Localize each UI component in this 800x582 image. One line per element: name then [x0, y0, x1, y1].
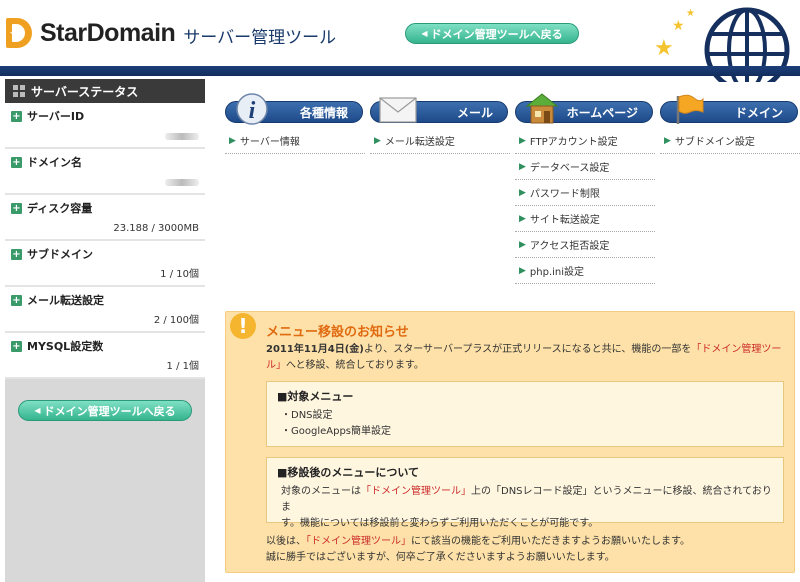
category-domain: ドメイン ▶ サブドメイン設定 [660, 92, 800, 154]
plus-icon: + [11, 294, 22, 306]
back-button-label: ドメイン管理ツールへ戻る [43, 404, 176, 418]
category-info: 各種情報 i ▶ サーバー情報 [225, 92, 365, 154]
back-button-label: ドメイン管理ツールへ戻る [430, 27, 563, 41]
plus-icon: + [11, 156, 22, 168]
logo-text: StarDomain [40, 18, 176, 47]
link-subdomain[interactable]: ▶ サブドメイン設定 [660, 128, 800, 154]
header-stripe [0, 66, 800, 76]
category-mail: メール ▶ メール転送設定 [370, 92, 510, 154]
svg-text:i: i [249, 98, 256, 124]
redacted-value [165, 133, 199, 140]
logo-mark-icon: ★ [6, 18, 34, 48]
arrow-right-icon: ▶ [519, 187, 526, 198]
domain-tool-link[interactable]: 「ドメイン管理ツール」 [306, 536, 411, 547]
sidebar: サーバーステータス + サーバーID + ドメイン名 + ディスク容量 23.188 … [5, 79, 205, 582]
plus-icon: + [11, 340, 22, 352]
relocated-menu-box: ■移設後のメニューについて 対象のメニューは「ドメイン管理ツール」上の「DNSレ… [266, 457, 784, 529]
status-label: ディスク容量 [27, 202, 93, 215]
domain-tool-link[interactable]: 「ドメイン管理ツール」 [361, 486, 471, 497]
status-value: 23.188 / 3000MB [113, 223, 199, 234]
status-label: メール転送設定 [27, 294, 104, 307]
sidebar-back-to-domain-tool-button[interactable]: ◀ ドメイン管理ツールへ戻る [18, 400, 192, 421]
arrow-left-icon: ◀ [34, 406, 41, 415]
status-domain-name: + ドメイン名 [5, 149, 205, 195]
plus-icon: + [11, 110, 22, 122]
logo[interactable]: ★ StarDomain サーバー管理ツール [6, 18, 336, 48]
status-value: 1 / 10個 [160, 269, 199, 280]
house-icon [525, 93, 559, 124]
status-mail-forward: + メール転送設定 2 / 100個 [5, 287, 205, 333]
plus-icon: + [11, 248, 22, 260]
arrow-right-icon: ▶ [519, 213, 526, 224]
notice-title: メニュー移設のお知らせ [266, 325, 409, 340]
notice-panel: ! メニュー移設のお知らせ 2011年11月4日(金)より、スターサーバープラス… [225, 311, 795, 573]
info-icon: i [236, 93, 268, 125]
status-label: サブドメイン [27, 248, 93, 261]
sidebar-title: サーバーステータス [5, 79, 205, 103]
link-password-restriction[interactable]: ▶ パスワード制限 [515, 180, 655, 206]
plus-icon: + [11, 202, 22, 214]
notice-intro: 2011年11月4日(金)より、スターサーバープラスが正式リリースになると共に、… [266, 344, 782, 371]
app-subtitle: サーバー管理ツール [183, 27, 337, 48]
back-to-domain-tool-button[interactable]: ◀ ドメイン管理ツールへ戻る [405, 23, 579, 44]
arrow-right-icon: ▶ [519, 265, 526, 276]
mail-envelope-icon [379, 97, 417, 123]
status-server-id: + サーバーID [5, 103, 205, 149]
link-access-deny[interactable]: ▶ アクセス拒否設定 [515, 232, 655, 258]
category-homepage: ホームページ ▶ FTPアカウント設定 ▶ データベース設定 ▶ パスワード制限 ▶ サ… [515, 92, 655, 284]
arrow-left-icon: ◀ [421, 29, 428, 38]
status-label: ドメイン名 [27, 156, 82, 169]
status-value: 1 / 1個 [166, 361, 199, 372]
link-mail-forward[interactable]: ▶ メール転送設定 [370, 128, 510, 154]
arrow-right-icon: ▶ [519, 161, 526, 172]
status-subdomain: + サブドメイン 1 / 10個 [5, 241, 205, 287]
arrow-right-icon: ▶ [229, 135, 236, 146]
status-label: MYSQL設定数 [27, 340, 104, 353]
link-database[interactable]: ▶ データベース設定 [515, 154, 655, 180]
arrow-right-icon: ▶ [519, 239, 526, 250]
grid-icon [13, 85, 25, 97]
header: ★ StarDomain サーバー管理ツール ◀ ドメイン管理ツールへ戻る ★ … [0, 0, 800, 82]
exclamation-icon: ! [230, 313, 256, 339]
status-label: サーバーID [27, 110, 85, 123]
target-menu-box: ■対象メニュー ・DNS設定 ・GoogleApps簡単設定 [266, 381, 784, 447]
link-php-ini[interactable]: ▶ php.ini設定 [515, 258, 655, 284]
link-server-info[interactable]: ▶ サーバー情報 [225, 128, 365, 154]
arrow-right-icon: ▶ [664, 135, 671, 146]
redacted-value [165, 179, 199, 186]
arrow-right-icon: ▶ [374, 135, 381, 146]
status-disk-usage: + ディスク容量 23.188 / 3000MB [5, 195, 205, 241]
link-ftp-account[interactable]: ▶ FTPアカウント設定 [515, 128, 655, 154]
status-value: 2 / 100個 [153, 315, 199, 326]
arrow-right-icon: ▶ [519, 135, 526, 146]
notice-footer: 以後は、「ドメイン管理ツール」にて該当の機能をご利用いただきますようお願いいたし… [266, 536, 690, 563]
status-mysql-count: + MYSQL設定数 1 / 1個 [5, 333, 205, 379]
link-site-redirect[interactable]: ▶ サイト転送設定 [515, 206, 655, 232]
flag-icon [676, 94, 704, 124]
